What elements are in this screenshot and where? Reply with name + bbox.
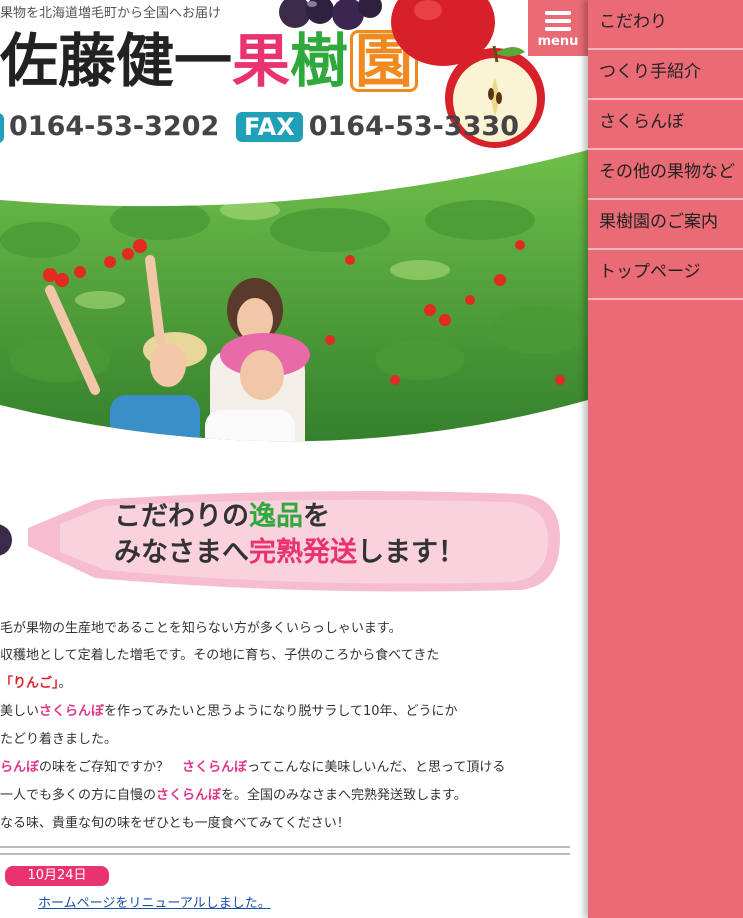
- side-menu: こだわり つくり手紹介 さくらんぼ その他の果物など 果樹園のご案内 トップペー…: [588, 0, 743, 918]
- site-tagline: 果物を北海道増毛町から全国へお届け: [0, 6, 222, 21]
- tel-icon: [0, 113, 4, 143]
- hamburger-icon: [545, 11, 571, 35]
- menu-button-label: menu: [537, 34, 579, 49]
- intro-line: 「りんご」。: [0, 676, 72, 691]
- sidebar-item-cherries[interactable]: さくらんぼ: [588, 100, 743, 150]
- logo-name: 佐藤健一: [0, 27, 233, 95]
- intro-line: 収穫地として定着した増毛です。その地に育ち、子供のころから食べてきた: [0, 648, 440, 663]
- catch-copy: こだわりの逸品を みなさまへ完熟発送します！: [114, 499, 465, 571]
- sidebar-item-top-page[interactable]: トップページ: [588, 250, 743, 300]
- sidebar-item-other-fruits[interactable]: その他の果物など: [588, 150, 743, 200]
- intro-line: らんぼの味をご存知ですか？ さくらんぼってこんなに美味しいんだ、と思って頂ける: [0, 760, 506, 775]
- news-item-link[interactable]: ホームページをリニューアルしました。: [38, 892, 271, 911]
- intro-line: なる味、貴重な旬の味をぜひとも一度食べてみてください！: [0, 816, 350, 831]
- fax-badge: FAX: [236, 111, 303, 142]
- tel-number[interactable]: 0164-53-3202: [9, 111, 219, 142]
- news-date-badge: 10月24日: [5, 866, 109, 886]
- fax-block: FAX 0164-53-3330: [236, 111, 519, 142]
- intro-line: 美しいさくらんぼを作ってみたいと思うようになり脱サラして10年、どうにか: [0, 704, 458, 719]
- menu-button[interactable]: menu: [528, 0, 588, 56]
- intro-line: 一人でも多くの方に自慢のさくらんぼを。全国のみなさまへ完熟発送致します。: [0, 788, 467, 803]
- catch-line-2: みなさまへ完熟発送します！: [114, 537, 465, 568]
- sidebar-item-producer[interactable]: つくり手紹介: [588, 50, 743, 100]
- catch-line-1: こだわりの逸品を: [114, 501, 330, 532]
- sidebar-item-orchard-guide[interactable]: 果樹園のご案内: [588, 200, 743, 250]
- hero-image: [0, 150, 588, 470]
- fax-number: 0164-53-3330: [308, 111, 519, 142]
- intro-line: 毛が果物の生産地であることを知らない方が多くいらっしゃいます。: [0, 621, 402, 636]
- intro-line: たどり着きました。: [0, 732, 118, 747]
- section-divider: [0, 846, 570, 855]
- sidebar-item-kodawari[interactable]: こだわり: [588, 0, 743, 50]
